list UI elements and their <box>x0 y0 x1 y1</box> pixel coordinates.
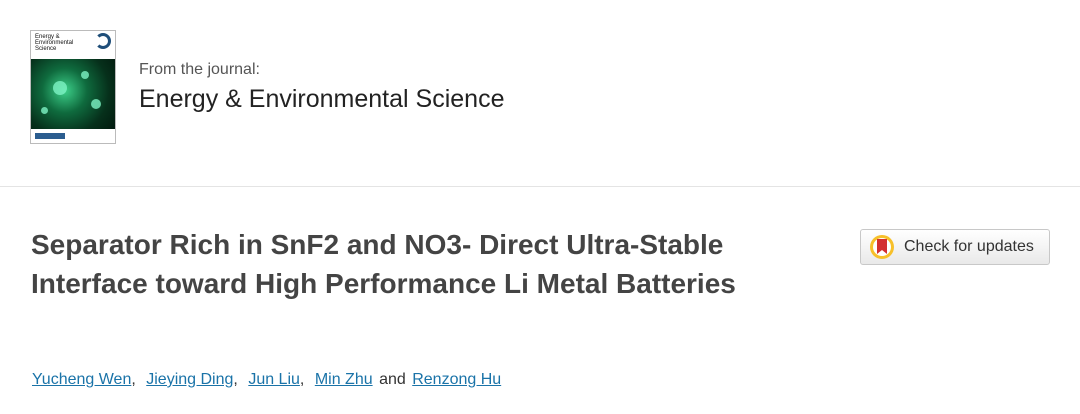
from-journal-label: From the journal: <box>139 61 260 78</box>
journal-cover-image[interactable]: Energy & Environmental Science <box>30 30 116 144</box>
check-for-updates-button[interactable]: Check for updates <box>860 229 1050 265</box>
author-link[interactable]: Jun Liu <box>248 371 300 388</box>
cover-glow <box>91 99 101 109</box>
author-list: Yucheng Wen, Jieying Ding, Jun Liu, Min … <box>32 371 501 389</box>
cover-title: Energy & Environmental Science <box>35 34 95 52</box>
article-title: Separator Rich in SnF2 and NO3- Direct U… <box>31 229 736 299</box>
check-for-updates-label: Check for updates <box>904 238 1034 255</box>
author-separator: , <box>131 371 136 388</box>
header-divider <box>0 186 1080 187</box>
crossmark-bookmark-icon <box>870 235 894 259</box>
cover-glow <box>41 107 48 114</box>
cover-logo-ring <box>95 33 111 49</box>
author-link[interactable]: Yucheng Wen <box>32 371 131 388</box>
author-link[interactable]: Min Zhu <box>315 371 373 388</box>
cover-publisher-logo <box>35 133 65 139</box>
author-separator: and <box>379 371 406 388</box>
cover-artwork <box>31 59 115 129</box>
cover-glow <box>53 81 67 95</box>
author-separator: , <box>233 371 238 388</box>
author-separator: , <box>299 371 305 388</box>
cover-glow <box>81 71 89 79</box>
author-link[interactable]: Renzong Hu <box>412 371 501 388</box>
cover-title-line: Science <box>35 46 57 52</box>
author-link[interactable]: Jieying Ding <box>146 371 233 388</box>
journal-header: Energy & Environmental Science From the … <box>0 0 1080 186</box>
journal-title[interactable]: Energy & Environmental Science <box>139 85 504 114</box>
